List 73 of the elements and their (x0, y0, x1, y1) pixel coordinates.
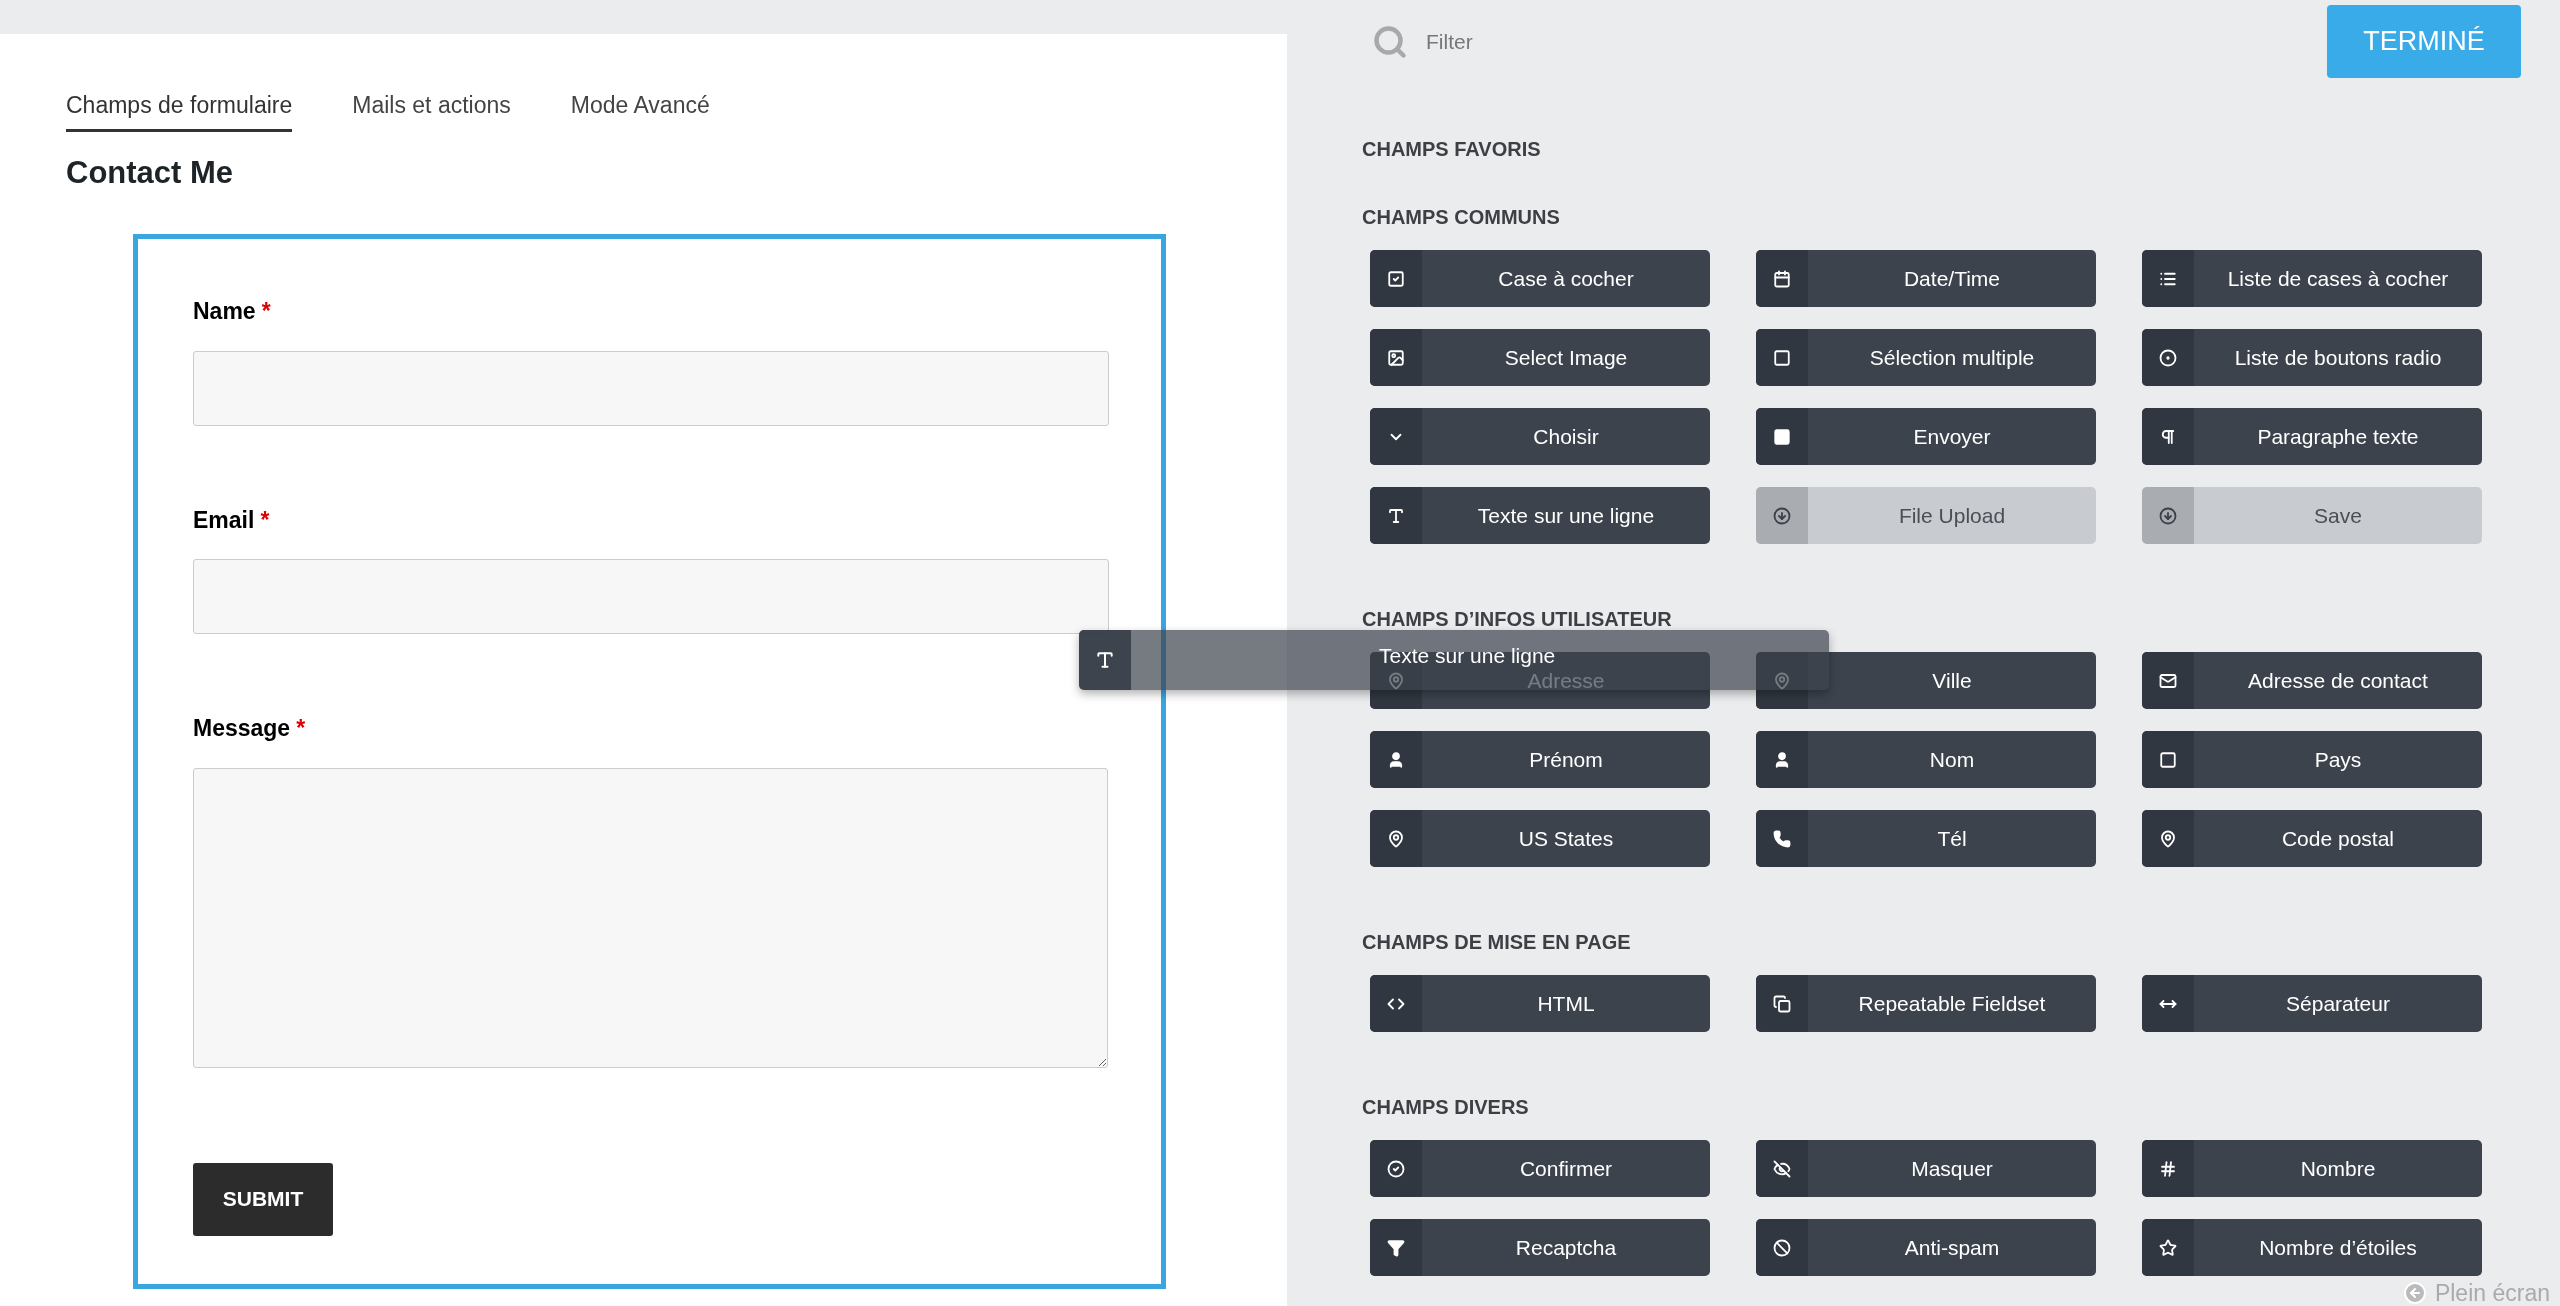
field-button[interactable]: Prénom (1370, 731, 1710, 788)
search-icon (1372, 23, 1408, 60)
download-icon (2159, 506, 2177, 525)
text-field[interactable] (193, 350, 1109, 426)
required-mark: * (260, 505, 270, 535)
field-button[interactable]: Masquer (1756, 1140, 2096, 1197)
field-button[interactable]: Liste de cases à cocher (2142, 250, 2482, 307)
field-button[interactable]: Code postal (2142, 810, 2482, 867)
ban-icon (1773, 1238, 1791, 1257)
submit-button[interactable]: SUBMIT (193, 1162, 333, 1236)
text-icon (1387, 506, 1405, 525)
hash-icon (2159, 1159, 2177, 1178)
section-heading: CHAMPS FAVORIS (1362, 137, 1542, 162)
field-button[interactable]: Nombre d’étoiles (2142, 1219, 2482, 1276)
filter-field[interactable]: Filter (1426, 25, 1726, 58)
required-mark: * (296, 714, 306, 743)
checkbox-icon (1387, 269, 1405, 288)
envelope-icon (2159, 671, 2177, 690)
field-label: Email (193, 505, 255, 535)
map-pin-icon (2159, 829, 2177, 848)
field-label: Message (193, 714, 291, 743)
field-button[interactable]: Select Image (1370, 329, 1710, 386)
square-icon (2159, 750, 2177, 769)
map-pin-icon (1387, 829, 1405, 848)
field-button[interactable]: Nombre (2142, 1140, 2482, 1197)
field-button[interactable]: Repeatable Fieldset (1756, 975, 2096, 1032)
field-button[interactable]: Case à cocher (1370, 250, 1710, 307)
text-field[interactable] (193, 559, 1109, 634)
field-button[interactable]: Pays (2142, 731, 2482, 788)
pilcrow-icon (2159, 427, 2177, 446)
image-icon (1387, 348, 1405, 367)
star-icon (2159, 1238, 2177, 1257)
field-button[interactable]: Nom (1756, 731, 2096, 788)
square-icon (1773, 427, 1791, 446)
radio-icon (2159, 348, 2177, 367)
square-icon (1773, 348, 1791, 367)
tab[interactable]: Mode Avancé (570, 88, 710, 132)
download-icon (1773, 506, 1791, 525)
field-button[interactable]: US States (1370, 810, 1710, 867)
field-button[interactable]: Paragraphe texte (2142, 408, 2482, 465)
copy-icon (1773, 994, 1791, 1013)
field-button[interactable]: Texte sur une ligne (1370, 487, 1710, 544)
arrow-left-icon (2402, 1281, 2427, 1306)
text-icon (1095, 650, 1115, 670)
required-mark: * (261, 297, 271, 326)
user-icon (1773, 750, 1791, 769)
section-heading: CHAMPS DIVERS (1362, 1095, 1530, 1120)
funnel-icon (1387, 1238, 1405, 1257)
field-button[interactable]: Liste de boutons radio (2142, 329, 2482, 386)
field-button[interactable]: Choisir (1370, 408, 1710, 465)
tab[interactable]: Mails et actions (352, 88, 511, 132)
field-button[interactable]: Confirmer (1370, 1140, 1710, 1197)
field-button[interactable]: Envoyer (1756, 408, 2096, 465)
user-icon (1387, 750, 1405, 769)
section-heading: CHAMPS DE MISE EN PAGE (1362, 930, 1632, 955)
phone-icon (1773, 829, 1791, 848)
field-button[interactable]: Anti-spam (1756, 1219, 2096, 1276)
message-field[interactable] (193, 767, 1108, 1068)
form-title: Contact Me (66, 153, 235, 192)
eye-slash-icon (1773, 1159, 1791, 1178)
field-button[interactable]: Sélection multiple (1756, 329, 2096, 386)
field-button[interactable]: Date/Time (1756, 250, 2096, 307)
field-label: Name (193, 297, 256, 326)
check-circle-icon (1387, 1159, 1405, 1178)
section-heading: CHAMPS D’INFOS UTILISATEUR (1362, 607, 1673, 632)
field-button[interactable]: Tél (1756, 810, 2096, 867)
field-button[interactable]: Adresse de contact (2142, 652, 2482, 709)
field-button[interactable]: Recaptcha (1370, 1219, 1710, 1276)
field-button[interactable]: Séparateur (2142, 975, 2482, 1032)
tab[interactable]: Champs de formulaire (66, 88, 293, 132)
section-heading: CHAMPS COMMUNS (1362, 205, 1561, 230)
field-button[interactable]: HTML (1370, 975, 1710, 1032)
calendar-icon (1773, 269, 1791, 288)
